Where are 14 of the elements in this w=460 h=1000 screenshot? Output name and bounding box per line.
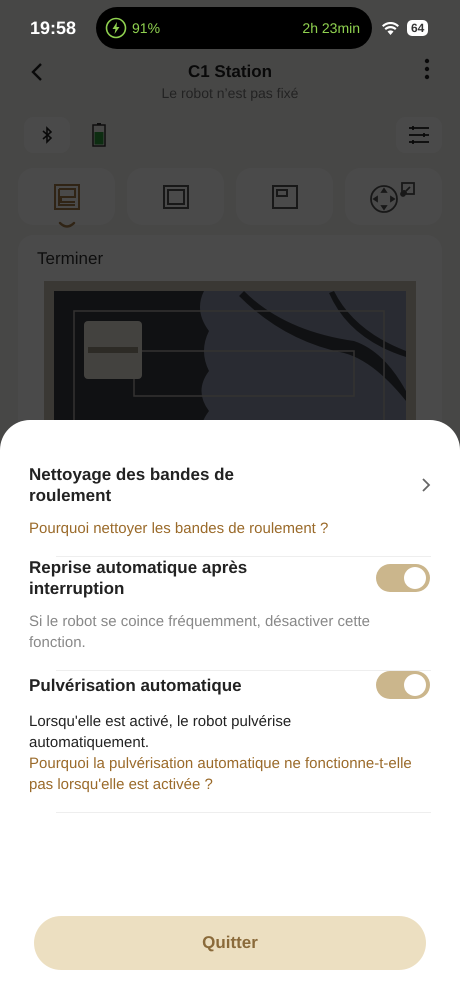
- battery-level: 64: [407, 20, 428, 36]
- status-label: Terminer: [37, 249, 104, 269]
- page-title: C1 Station: [188, 61, 272, 82]
- clock: 19:58: [30, 18, 78, 38]
- help-link[interactable]: Pourquoi nettoyer les bandes de roulement ?: [29, 518, 431, 539]
- remaining-time: 2h 23min: [302, 20, 360, 36]
- setting-description: Si le robot se coince fréquemment, désactiver cette fonction.: [29, 612, 372, 653]
- setting-description: Lorsqu'elle est activé, le robot pulvérise automatiquement.: [29, 712, 292, 753]
- setting-title: Pulvérisation automatique: [29, 674, 242, 696]
- help-link[interactable]: Pourquoi la pulvérisation automatique ne fonctionne-t-elle pas lorsqu'elle est activée ?: [29, 753, 431, 795]
- setting-title: Reprise automatique après interruption: [29, 557, 248, 599]
- setting-title: Nettoyage des bandes de roulement: [29, 464, 236, 506]
- quit-button[interactable]: Quitter: [34, 916, 426, 970]
- charge-percent: 91%: [132, 20, 160, 36]
